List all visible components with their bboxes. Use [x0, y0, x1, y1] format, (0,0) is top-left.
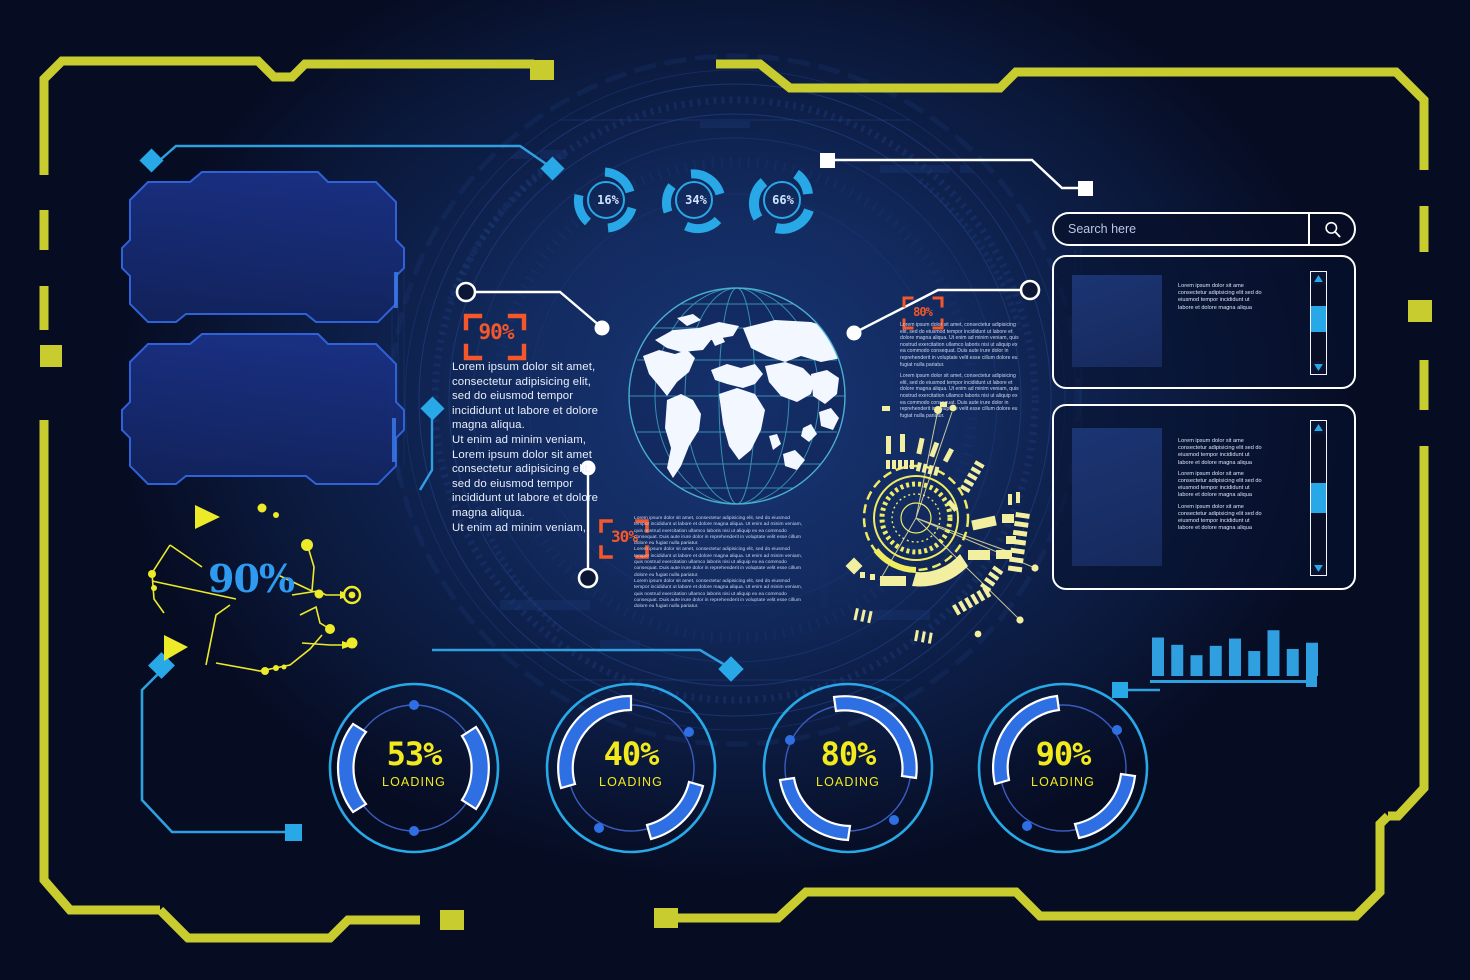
bar-2	[1171, 644, 1184, 676]
loading-gauge-1-value: 53%	[386, 735, 443, 773]
card-2-scroll-track[interactable]	[1311, 434, 1326, 562]
loading-gauge-2[interactable]: 40% LOADING	[543, 680, 719, 856]
card-2-scroll-down[interactable]	[1311, 562, 1326, 575]
chart-slider-handle[interactable]	[1306, 676, 1317, 687]
bottom-lorem-p2: Lorem ipsum dolor sit amet, consectetur …	[634, 547, 802, 578]
bar-7	[1267, 630, 1280, 676]
search-icon	[1324, 221, 1341, 237]
bottom-lorem-block: Lorem ipsum dolor sit amet, consectetur …	[634, 516, 806, 610]
left-lorem-text: Lorem ipsum dolor sit amet, consectetur …	[452, 361, 599, 534]
card-2-thumbnail	[1072, 428, 1162, 566]
connector-node-left-end	[285, 824, 302, 841]
scroll-up-arrow-icon	[1314, 424, 1323, 431]
bar-1	[1152, 637, 1164, 676]
loading-gauge-4[interactable]: 90% LOADING	[975, 680, 1151, 856]
mini-gauge-34-value: 34%	[685, 193, 707, 207]
frame-tab-right	[1408, 300, 1432, 322]
card-2-p2: Lorem ipsum dolor sit ame consectetur ad…	[1178, 470, 1262, 499]
loading-gauge-3[interactable]: 80% LOADING	[760, 680, 936, 856]
white-node-c	[455, 281, 477, 303]
frame-tab-left	[40, 345, 62, 367]
card-1-scroll-down[interactable]	[1311, 361, 1326, 374]
card-1-scroll-up[interactable]	[1311, 272, 1326, 285]
targeting-reticle[interactable]	[820, 400, 1070, 660]
frame-tab-bottom-right	[654, 908, 678, 928]
content-card-1[interactable]: Lorem ipsum dolor sit ame consectetur ad…	[1052, 255, 1356, 389]
scroll-down-arrow-icon	[1314, 565, 1323, 572]
bar-chart[interactable]	[1150, 620, 1320, 690]
scroll-down-arrow-icon	[1314, 364, 1323, 371]
percent-marker-90: 90%	[478, 320, 515, 344]
left-panel-group	[121, 171, 405, 485]
white-node-e	[1019, 279, 1041, 301]
card-1-scroll-track[interactable]	[1311, 285, 1326, 361]
loading-gauge-4-value: 90%	[1035, 735, 1092, 773]
percent-marker-80: 80%	[913, 305, 933, 319]
connector-node-top-mid	[540, 156, 565, 181]
bottom-lorem-p3: Lorem ipsum dolor sit amet, consectetur …	[634, 578, 802, 610]
connector-node-bottom-mid	[718, 656, 744, 682]
bar-5	[1229, 638, 1241, 676]
bar-3	[1190, 655, 1203, 676]
right-lorem-p1: Lorem ipsum dolor sit amet, consectetur …	[900, 322, 1019, 368]
card-2-p1: Lorem ipsum dolor sit ame consectetur ad…	[1178, 438, 1262, 466]
left-panel-1[interactable]	[121, 171, 405, 323]
loading-gauge-1-label: LOADING	[382, 775, 446, 789]
card-2-p3: Lorem ipsum dolor sit ame consectetur ad…	[1178, 503, 1262, 532]
scroll-up-arrow-icon	[1314, 275, 1323, 282]
loading-gauge-3-value: 80%	[820, 735, 877, 773]
hud-dashboard: 16% 34% 66% 90% 30% 80% Lorem ipsum dolo…	[0, 0, 1470, 980]
card-1-text: Lorem ipsum dolor sit ame consectetur ad…	[1178, 283, 1262, 311]
frame-tab-bottom-left	[440, 910, 464, 930]
card-2-scroll-thumb[interactable]	[1311, 482, 1326, 514]
loading-gauge-3-label: LOADING	[816, 775, 880, 789]
loading-gauge-2-label: LOADING	[599, 775, 663, 789]
card-2-text: Lorem ipsum dolor sit ame consectetur ad…	[1178, 438, 1262, 532]
white-node-a	[820, 153, 835, 168]
loading-gauge-1[interactable]: 53% LOADING	[326, 680, 502, 856]
search-button[interactable]	[1310, 220, 1354, 239]
loading-gauge-2-value: 40%	[603, 735, 660, 773]
bar-4	[1209, 645, 1222, 676]
chart-axis	[1150, 680, 1308, 683]
mini-gauge-66-value: 66%	[772, 193, 794, 207]
search-bar[interactable]	[1052, 212, 1356, 246]
bar-9	[1306, 642, 1318, 676]
card-1-thumbnail	[1072, 275, 1162, 367]
loading-gauge-4-label: LOADING	[1031, 775, 1095, 789]
card-1-scroll-thumb[interactable]	[1311, 306, 1326, 333]
content-card-2[interactable]: Lorem ipsum dolor sit ame consectetur ad…	[1052, 404, 1356, 590]
left-panel-2[interactable]	[121, 333, 405, 485]
card-2-scroll-up[interactable]	[1311, 421, 1326, 434]
card-2-scrollbar[interactable]	[1310, 420, 1327, 576]
radar-percent-value: 90%	[208, 556, 295, 601]
search-input[interactable]	[1054, 221, 1308, 237]
frame-tab-top-left	[530, 60, 554, 80]
bar-6	[1248, 651, 1261, 676]
white-node-b	[1078, 181, 1093, 196]
mini-gauge-16-value: 16%	[597, 193, 619, 207]
card-1-scrollbar[interactable]	[1310, 271, 1327, 375]
bottom-lorem-p1: Lorem ipsum dolor sit amet, consectetur …	[634, 516, 802, 547]
white-node-h	[577, 567, 599, 589]
white-node-d	[594, 320, 610, 336]
bar-8	[1286, 648, 1299, 676]
